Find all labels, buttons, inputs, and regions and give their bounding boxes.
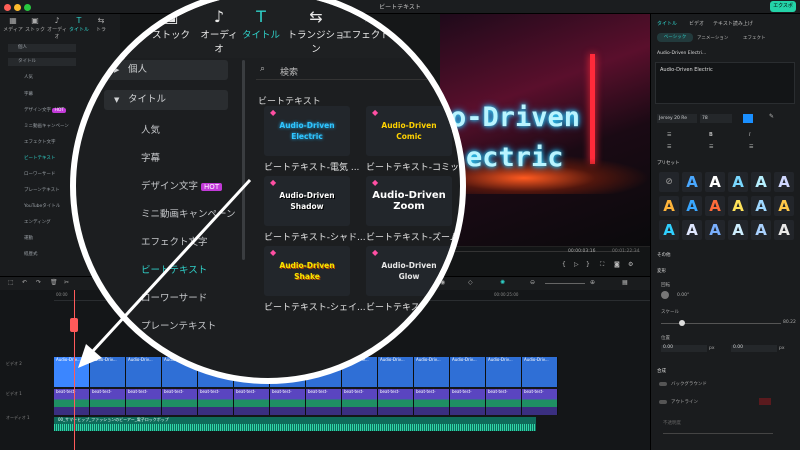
arrow-head (78, 344, 102, 368)
arrow-line (90, 178, 252, 354)
annotation-arrow (78, 178, 252, 368)
